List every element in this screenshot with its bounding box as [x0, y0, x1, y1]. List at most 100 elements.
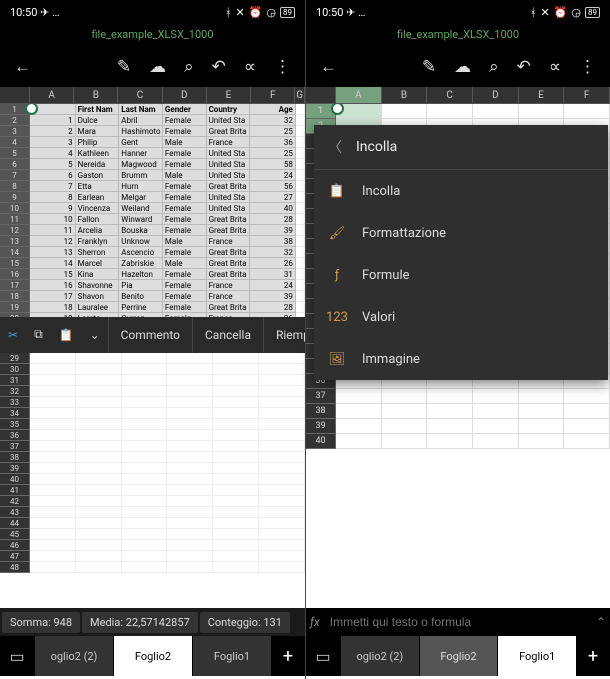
cell[interactable]: 4 — [30, 148, 76, 159]
cell[interactable]: 3 — [30, 137, 76, 148]
brush-icon[interactable]: ✎ — [422, 57, 436, 77]
cell[interactable]: Unknow — [119, 236, 163, 247]
cell[interactable]: 9 — [30, 203, 76, 214]
col-F[interactable]: F — [564, 87, 610, 103]
cell[interactable]: 31 — [250, 269, 296, 280]
paste-item-paste[interactable]: 📋Incolla — [314, 170, 608, 212]
cell[interactable]: 10 — [30, 214, 76, 225]
cell[interactable]: Last Nam — [119, 104, 163, 115]
row-head[interactable]: 6 — [0, 159, 30, 170]
cell[interactable]: Hashimoto — [119, 126, 163, 137]
tab-foglio2[interactable]: Foglio2 — [419, 636, 498, 676]
cell[interactable]: 32 — [250, 115, 296, 126]
cell[interactable]: Female — [163, 181, 207, 192]
tab-foglio1[interactable]: Foglio1 — [497, 636, 576, 676]
sheets-icon[interactable]: ▭ — [0, 636, 34, 676]
cell[interactable]: Female — [163, 159, 207, 170]
cell[interactable]: Magwood — [119, 159, 163, 170]
cell[interactable]: Benito — [119, 291, 163, 302]
cell[interactable]: 24 — [250, 280, 296, 291]
cell[interactable]: Melgar — [119, 192, 163, 203]
undo-icon[interactable]: ↶ — [517, 57, 531, 77]
cell[interactable]: 28 — [250, 302, 296, 313]
cell[interactable]: 13 — [30, 247, 76, 258]
formula-input[interactable] — [330, 615, 586, 629]
cell[interactable]: 17 — [30, 291, 76, 302]
cell[interactable]: Etta — [76, 181, 120, 192]
expand-icon[interactable]: ⌃ — [596, 615, 606, 629]
cell[interactable]: 26 — [250, 313, 296, 317]
cell[interactable]: 6 — [30, 170, 76, 181]
cell[interactable]: Female — [163, 115, 207, 126]
cut-button[interactable]: ✂ — [0, 328, 26, 342]
cell[interactable]: Ascencio — [119, 247, 163, 258]
cell[interactable]: Franklyn — [76, 236, 120, 247]
cell[interactable]: 12 — [30, 236, 76, 247]
col-B[interactable]: B — [74, 87, 118, 103]
copy-button[interactable]: ⧉ — [26, 327, 51, 342]
cell[interactable]: Female — [163, 126, 207, 137]
cell[interactable]: Male — [163, 236, 207, 247]
row-head[interactable]: 17 — [0, 280, 30, 291]
sheets-icon[interactable]: ▭ — [306, 636, 340, 676]
cell[interactable]: Weiland — [119, 203, 163, 214]
cell[interactable]: 8 — [30, 192, 76, 203]
back-icon[interactable]: ← — [320, 57, 337, 77]
cell[interactable]: Brumm — [119, 170, 163, 181]
tab-foglio2-2[interactable]: oglio2 (2) — [34, 636, 113, 676]
cell[interactable]: Lauralee — [76, 302, 120, 313]
cell[interactable]: Great Brita — [207, 225, 251, 236]
cell[interactable]: United Sta — [207, 192, 251, 203]
cell[interactable]: Great Brita — [207, 247, 251, 258]
share-icon[interactable]: ∝ — [549, 57, 561, 77]
cell[interactable]: 14 — [30, 258, 76, 269]
paste-button[interactable]: 📋 — [51, 328, 82, 342]
cell[interactable]: 28 — [250, 214, 296, 225]
col-G[interactable]: G — [295, 87, 305, 103]
spreadsheet-grid[interactable]: 1First NamLast NamGenderCountryAge21Dulc… — [0, 104, 305, 317]
row-head[interactable]: 11 — [0, 214, 30, 225]
cell[interactable]: 16 — [30, 280, 76, 291]
paste-item-values[interactable]: 123Valori — [314, 296, 608, 338]
cell[interactable]: Female — [163, 291, 207, 302]
cell[interactable]: 11 — [30, 225, 76, 236]
tab-foglio1[interactable]: Foglio1 — [192, 636, 271, 676]
cell[interactable]: Hanner — [119, 148, 163, 159]
cell[interactable]: 1 — [30, 115, 76, 126]
cell[interactable]: Fallon — [76, 214, 120, 225]
row-head[interactable]: 14 — [0, 247, 30, 258]
cloud-icon[interactable]: ☁ — [149, 57, 166, 77]
cell[interactable]: Female — [163, 148, 207, 159]
back-chevron-icon[interactable]: 〈 — [328, 137, 342, 157]
cell[interactable]: Kathleen — [76, 148, 120, 159]
cell[interactable]: United Sta — [207, 148, 251, 159]
cell[interactable]: 2 — [30, 126, 76, 137]
fx-icon[interactable]: ƒx — [310, 615, 320, 629]
row-head[interactable]: 13 — [0, 236, 30, 247]
cell[interactable]: Great Brita — [207, 302, 251, 313]
cell[interactable]: 39 — [250, 291, 296, 302]
cell[interactable]: Female — [163, 214, 207, 225]
cell[interactable]: Age — [250, 104, 296, 115]
row-head[interactable]: 4 — [0, 137, 30, 148]
row-head[interactable]: 18 — [0, 291, 30, 302]
row-head[interactable]: 9 — [0, 192, 30, 203]
cell[interactable]: Winward — [119, 214, 163, 225]
col-D[interactable]: D — [163, 87, 207, 103]
cell[interactable]: 5 — [30, 159, 76, 170]
cell[interactable]: France — [207, 313, 251, 317]
cell[interactable]: Male — [163, 170, 207, 181]
col-A[interactable]: A — [336, 87, 382, 103]
add-tab-button[interactable]: + — [576, 636, 610, 676]
col-B[interactable]: B — [382, 87, 428, 103]
cell[interactable]: United Sta — [207, 203, 251, 214]
cell[interactable]: 7 — [30, 181, 76, 192]
add-tab-button[interactable]: + — [271, 636, 305, 676]
cell[interactable]: Female — [163, 269, 207, 280]
cell[interactable]: Female — [163, 203, 207, 214]
cell[interactable]: Gent — [119, 137, 163, 148]
cell[interactable]: Country — [207, 104, 251, 115]
cell[interactable]: Curren — [119, 313, 163, 317]
cell[interactable]: Great Brita — [207, 126, 251, 137]
col-F[interactable]: F — [251, 87, 295, 103]
